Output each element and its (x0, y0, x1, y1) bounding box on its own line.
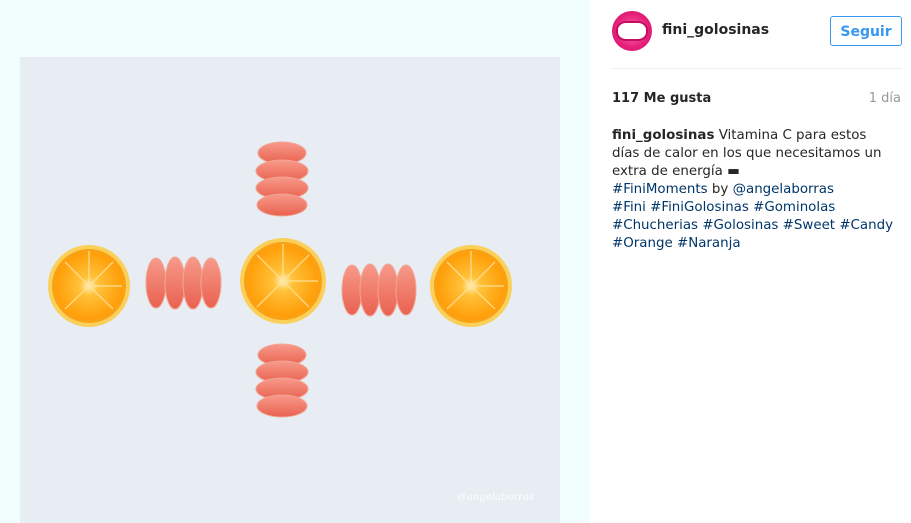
hashtag-link[interactable]: #Chucherias (612, 218, 698, 233)
post-caption: fini_golosinas Vitamina C para estos día… (612, 127, 894, 253)
fini-logo-icon (616, 21, 648, 41)
post-image[interactable]: @angelaborras (20, 57, 560, 523)
hashtag-link[interactable]: #Naranja (677, 236, 741, 251)
candy-row-left (145, 256, 222, 310)
hashtag-link[interactable]: #Orange (612, 236, 673, 251)
divider (612, 68, 902, 69)
likes-count[interactable]: 117 Me gusta (612, 91, 711, 106)
post-sidebar: fini_golosinas Seguir 117 Me gusta 1 día… (590, 0, 911, 523)
hashtag-link[interactable]: #FiniGolosinas (650, 200, 749, 215)
photo-illustration (48, 141, 512, 418)
hashtag-link[interactable]: #Golosinas (702, 218, 778, 233)
post-author-username[interactable]: fini_golosinas (662, 22, 769, 38)
post-header: fini_golosinas Seguir (612, 11, 902, 51)
photo-watermark: @angelaborras (457, 492, 534, 503)
hashtag-link[interactable]: #FiniMoments (612, 182, 708, 197)
hashtag-link[interactable]: #Candy (839, 218, 893, 233)
mention-link[interactable]: @angelaborras (733, 182, 834, 197)
photo-panel: @angelaborras (0, 0, 590, 523)
hashtag-link[interactable]: #Fini (612, 200, 646, 215)
candy-row-right (341, 263, 417, 317)
candy-stack-top (255, 141, 309, 217)
caption-username[interactable]: fini_golosinas (612, 128, 714, 143)
follow-button[interactable]: Seguir (830, 16, 902, 46)
battery-icon: ▬ (727, 164, 740, 179)
caption-by: by (711, 182, 729, 197)
avatar[interactable] (612, 11, 652, 51)
hashtag-link[interactable]: #Sweet (783, 218, 835, 233)
candy-stack-bottom (255, 343, 309, 418)
post-time[interactable]: 1 día (869, 91, 901, 106)
hashtag-link[interactable]: #Gominolas (753, 200, 835, 215)
